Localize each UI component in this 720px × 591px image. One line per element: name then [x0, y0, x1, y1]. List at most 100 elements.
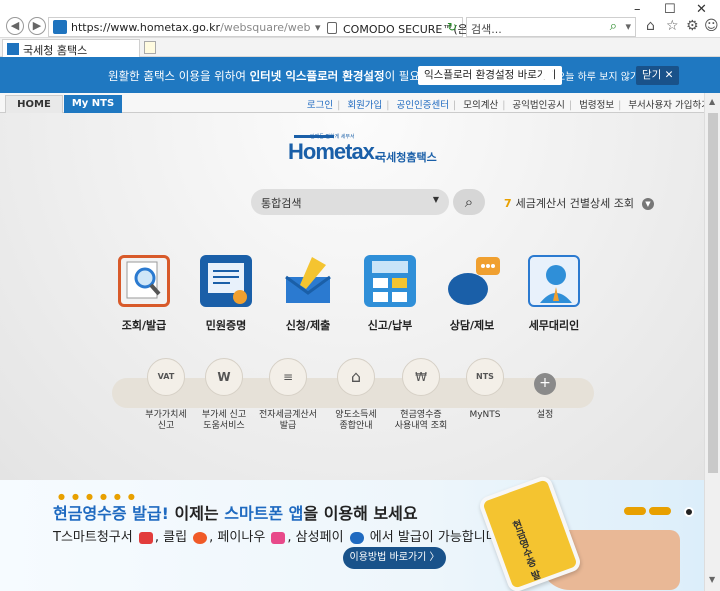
receipt-icon: ₩	[402, 358, 440, 396]
tab-hometax[interactable]: 국세청 홈택스	[2, 39, 140, 57]
address-bar[interactable]: https://www.hometax.go.kr/websquare/webs…	[48, 17, 483, 37]
new-tab-icon[interactable]	[144, 41, 156, 54]
url-text: https://www.hometax.go.kr/websquare/webs…	[71, 21, 311, 34]
quick-transfer-tax[interactable]: ⌂ 양도소득세 종합안내	[325, 358, 387, 432]
quick-label: 전자세금계산서 발급	[259, 410, 317, 431]
browser-chrome: ◀ ▶ https://www.hometax.go.kr/websquare/…	[0, 0, 720, 38]
search-icon: ⌕	[464, 193, 474, 211]
pager-dot[interactable]	[624, 507, 646, 515]
utility-links: 로그인 | 회원가입 | 공인인증센터 | 모의계산 | 공익법인공시 | 법령정보 | 부…	[306, 100, 710, 111]
pager-dot[interactable]	[649, 507, 671, 515]
quick-label: 부가가치세 신고	[145, 410, 187, 431]
simulation-link[interactable]: 모의계산	[463, 100, 498, 111]
quick-label: MyNTS	[469, 410, 501, 420]
dept-user-link[interactable]: 부서사용자 가입하기	[628, 100, 710, 111]
tab-home[interactable]: HOME	[5, 95, 63, 113]
home-icon[interactable]: ⌂	[646, 18, 655, 34]
scroll-down-icon[interactable]: ▼	[709, 575, 715, 584]
plus-icon: +	[534, 373, 556, 395]
search-icon[interactable]: ⌕	[610, 19, 617, 34]
login-link[interactable]: 로그인	[307, 100, 333, 111]
security-label[interactable]: COMODO SECURE™(은)...	[343, 21, 483, 37]
e-invoice-icon: ≡	[269, 358, 307, 396]
hometax-logo[interactable]: 언제든 편하게 세무서 Hometax. 국세청홈택스	[288, 134, 438, 175]
pager-stop-icon[interactable]	[684, 507, 694, 517]
dropdown-triangle-icon: ▼	[432, 195, 439, 204]
scroll-thumb[interactable]	[708, 113, 718, 473]
tab-bar: 국세청 홈택스	[0, 38, 720, 57]
quick-label: 현금영수증 사용내역 조회	[394, 410, 448, 431]
top-nav: HOME My NTS 로그인 | 회원가입 | 공인인증센터 | 모의계산 | 공익법…	[0, 93, 720, 113]
smiley-icon[interactable]: ☺	[704, 18, 719, 34]
dont-show-checkbox[interactable]	[542, 69, 552, 79]
integrated-search-label: 통합검색	[261, 197, 302, 210]
forward-button[interactable]: ▶	[28, 17, 46, 35]
close-icon[interactable]: ✕	[696, 2, 707, 17]
envelope-pen-icon	[282, 255, 334, 307]
scroll-up-icon[interactable]: ▲	[709, 97, 715, 106]
cert-center-link[interactable]: 공인인증센터	[397, 100, 449, 111]
menu-label: 민원증명	[205, 319, 247, 332]
tab-mynts[interactable]: My NTS	[64, 95, 122, 113]
site-favicon-icon	[53, 20, 67, 34]
page-scrollbar[interactable]: ▲ ▼	[704, 93, 720, 591]
menu-label: 조회/발급	[121, 319, 167, 332]
public-corp-link[interactable]: 공익법인공시	[512, 100, 564, 111]
quick-label: 양도소득세 종합안내	[335, 410, 377, 431]
calculator-icon	[364, 255, 416, 307]
banner-pager[interactable]	[624, 505, 694, 518]
browser-search-input[interactable]: 검색... ⌕ ▾	[466, 17, 636, 37]
notice-message: 원활한 홈택스 이용을 위하여 인터넷 익스플로러 환경설정이 필요합니다.	[108, 69, 455, 83]
signup-link[interactable]: 회원가입	[347, 100, 382, 111]
minimize-icon[interactable]: –	[634, 2, 641, 17]
back-button[interactable]: ◀	[6, 17, 24, 35]
house-icon: ⌂	[337, 358, 375, 396]
search-button[interactable]: ⌕	[453, 189, 485, 215]
menu-consult-report[interactable]: 상담/제보	[432, 250, 512, 335]
lock-icon[interactable]	[327, 22, 337, 34]
quick-settings[interactable]: + 설정	[514, 358, 576, 421]
how-to-use-button[interactable]: 이용방법 바로가기 〉	[343, 547, 446, 569]
chevron-down-icon[interactable]: ▼	[641, 198, 654, 210]
menu-tax-agent[interactable]: 세무대리인	[514, 250, 594, 335]
quick-cash-receipt[interactable]: ₩ 현금영수증 사용내역 조회	[390, 358, 452, 432]
quick-vat-help[interactable]: W 부가세 신고 도움서비스	[193, 358, 255, 432]
menu-apply-submit[interactable]: 신청/제출	[268, 250, 348, 335]
chat-bubble-icon	[446, 255, 500, 307]
menu-label: 신고/납부	[367, 319, 413, 332]
url-dropdown-icon[interactable]: ▾	[315, 21, 321, 34]
tsmart-icon	[138, 531, 153, 544]
agent-person-icon	[528, 255, 580, 307]
vat-icon: VAT	[147, 358, 185, 396]
tax-invoice-link[interactable]: 7 세금계산서 건별상세 조회 ▼	[504, 195, 654, 211]
law-info-link[interactable]: 법령정보	[579, 100, 614, 111]
gear-icon[interactable]: ⚙	[686, 18, 699, 34]
favorites-star-icon[interactable]: ☆	[666, 18, 679, 34]
chevron-down-icon[interactable]: ▾	[625, 20, 631, 33]
phone-text: 현금영수증 발	[508, 518, 541, 583]
mynts-icon: NTS	[466, 358, 504, 396]
quick-vat-report[interactable]: VAT 부가가치세 신고	[135, 358, 197, 432]
maximize-icon[interactable]: ☐	[664, 2, 676, 17]
menu-label: 상담/제보	[449, 319, 495, 332]
logo-name-en: Hometax.	[288, 139, 380, 164]
quick-label: 설정	[536, 410, 554, 420]
menu-report-pay[interactable]: 신고/납부	[350, 250, 430, 335]
banner-title: 현금영수증 발급! 이제는 스마트폰 앱을 이용해 보세요	[53, 504, 418, 523]
reload-icon[interactable]: ↻	[447, 20, 457, 34]
ie-config-button[interactable]: 익스플로러 환경설정 바로가기	[418, 66, 563, 85]
search-placeholder: 검색...	[471, 23, 502, 36]
notice-close-button[interactable]: 닫기 ✕	[636, 66, 680, 85]
samsung-pay-icon	[349, 531, 364, 544]
menu-civil-certificate[interactable]: 민원증명	[186, 250, 266, 335]
banner-subtitle: T스마트청구서 , 클립 , 페이나우 , 삼성페이 에서 발급이 가능합니다	[53, 530, 498, 545]
quick-mynts[interactable]: NTS MyNTS	[454, 358, 516, 421]
integrated-search-select[interactable]: 통합검색 ▼	[251, 189, 449, 215]
dont-show-label[interactable]: 오늘 하루 보지 않기	[556, 68, 639, 83]
quick-e-invoice[interactable]: ≡ 전자세금계산서 발급	[257, 358, 319, 432]
magnifier-receipt-icon	[118, 255, 170, 307]
ie-settings-notice: 원활한 홈택스 이용을 위하여 인터넷 익스플로러 환경설정이 필요합니다. 익…	[0, 57, 720, 93]
logo-name-ko: 국세청홈택스	[376, 151, 437, 164]
paynow-icon	[271, 531, 286, 544]
menu-inquiry-issue[interactable]: 조회/발급	[104, 250, 184, 335]
